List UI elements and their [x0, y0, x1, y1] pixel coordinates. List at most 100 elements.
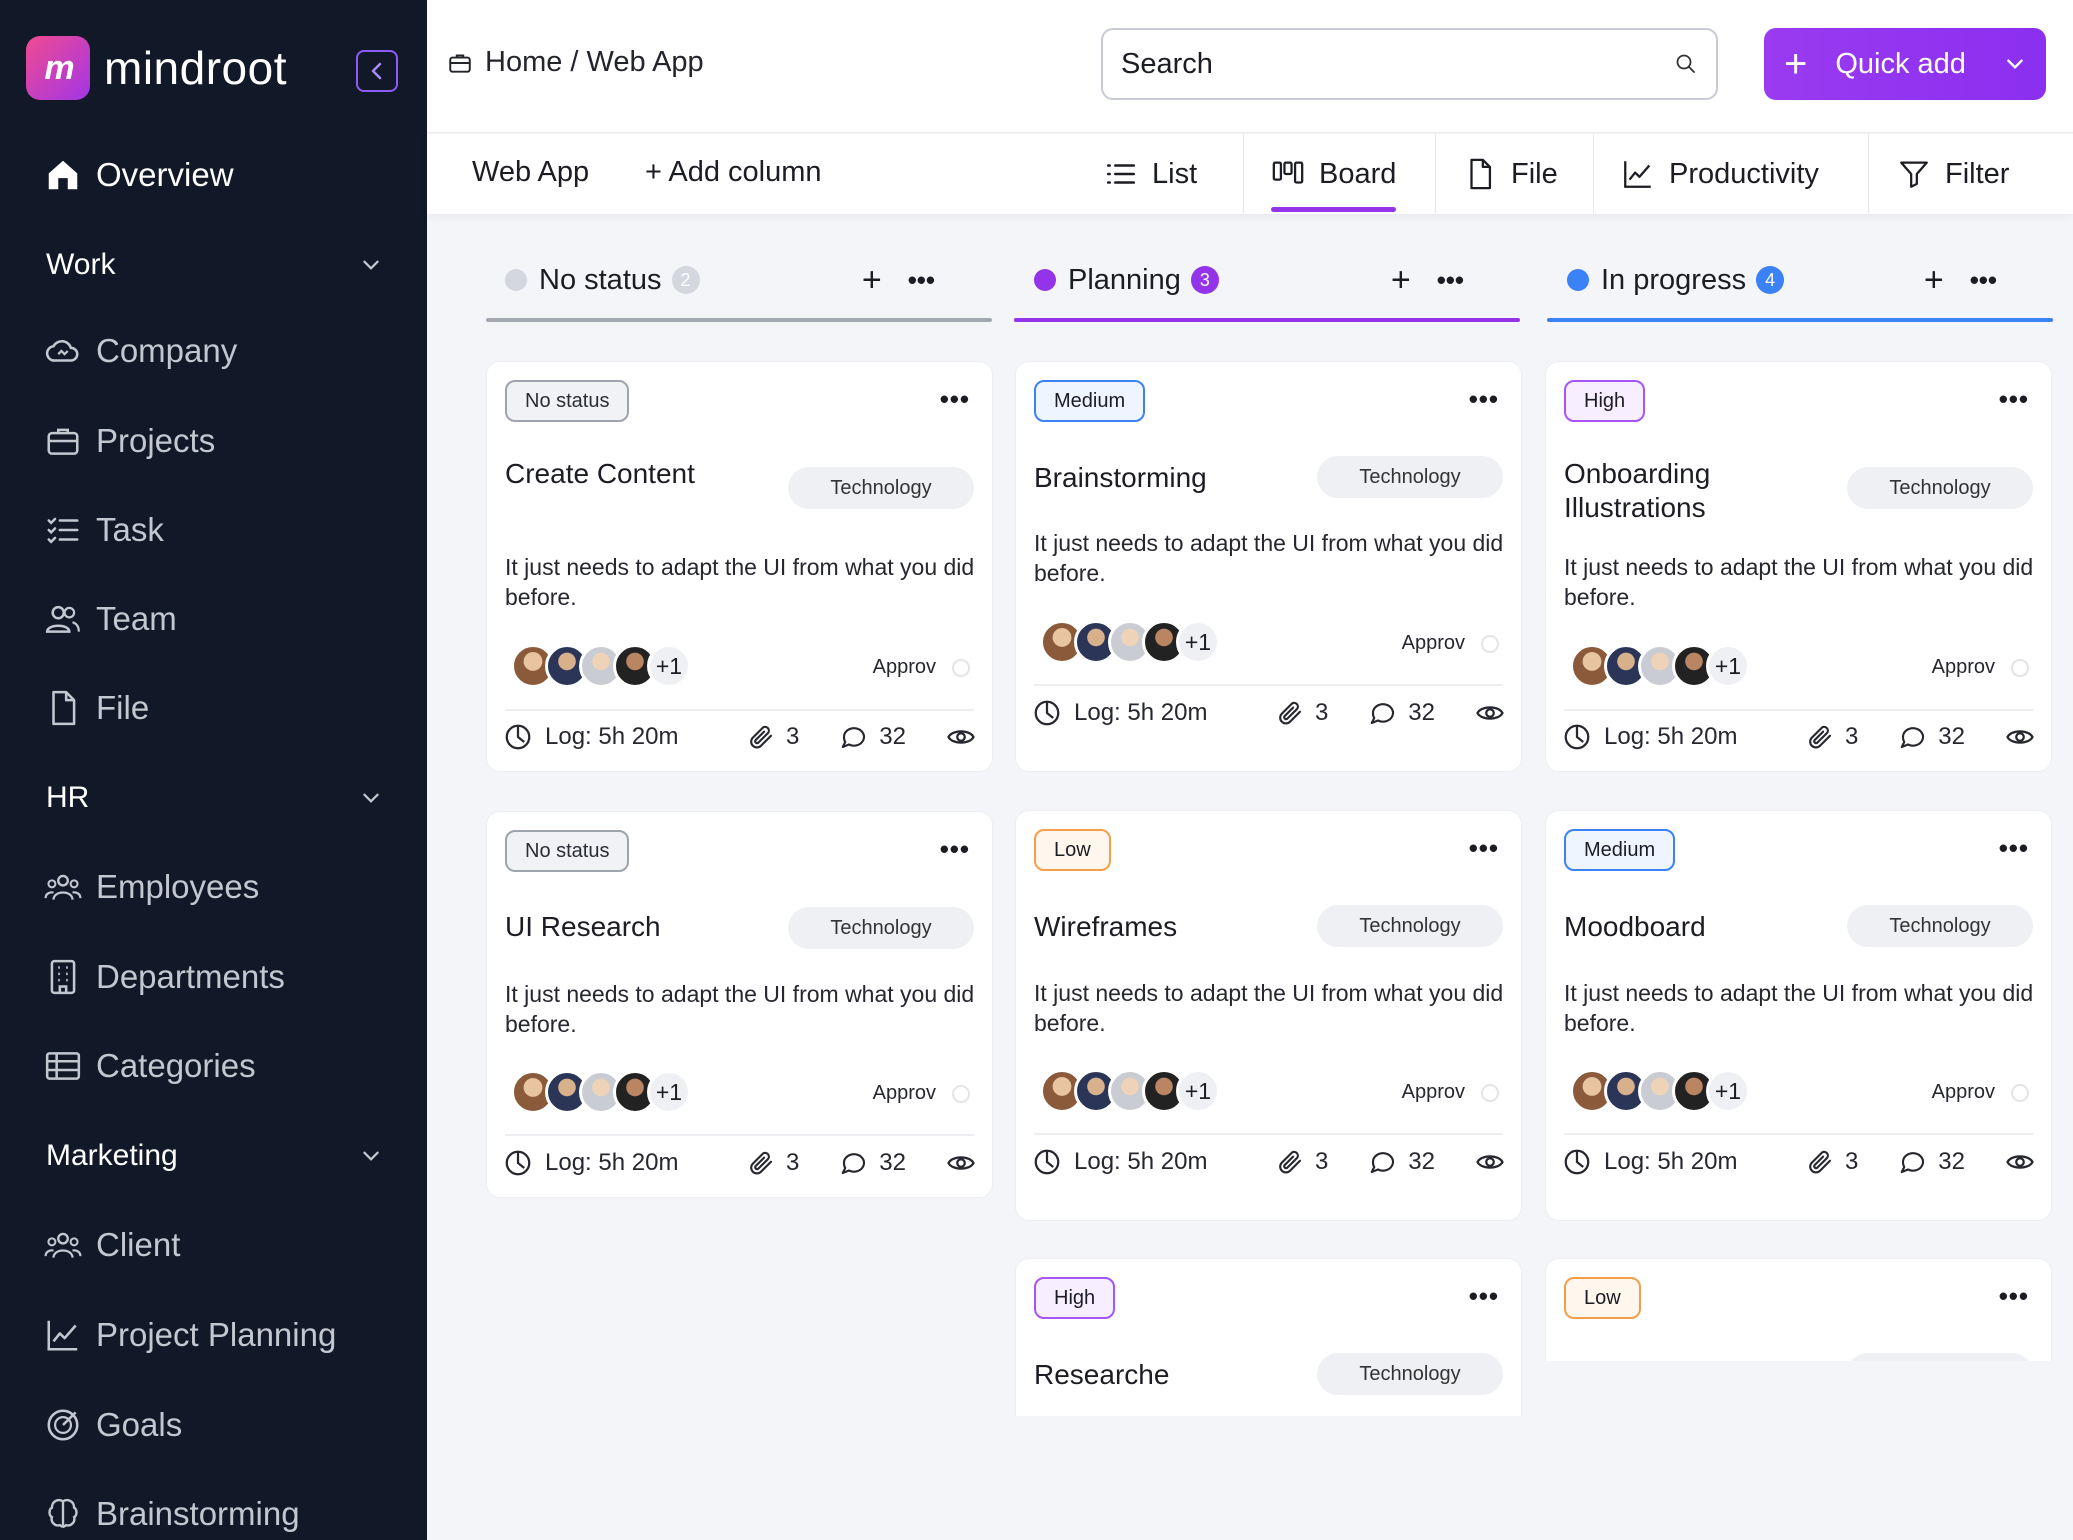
eye-icon[interactable]	[1475, 1147, 1505, 1177]
sidebar-item-departments[interactable]: Departments	[44, 952, 285, 1002]
paperclip-icon[interactable]	[1805, 722, 1835, 752]
tab-file[interactable]: File	[1463, 134, 1558, 214]
more-options-icon[interactable]: •••	[1437, 265, 1464, 296]
sidebar-section-marketing[interactable]: Marketing	[46, 1131, 382, 1181]
sidebar-item-categories[interactable]: Categories	[44, 1041, 256, 1091]
chevron-down-icon[interactable]	[2004, 53, 2026, 75]
paperclip-icon[interactable]	[1805, 1147, 1835, 1177]
task-card[interactable]: No status ••• Create Content Technology …	[486, 361, 993, 772]
paperclip-icon[interactable]	[1275, 698, 1305, 728]
comment-count: 32	[879, 1149, 906, 1176]
more-options-icon[interactable]: •••	[1970, 265, 1997, 296]
sidebar-item-task[interactable]: Task	[44, 505, 164, 555]
task-card[interactable]: Low ••• Wireframes Technology It just ne…	[1015, 810, 1522, 1221]
search-input[interactable]	[1121, 47, 1641, 81]
task-card[interactable]: High ••• Researche Technology	[1015, 1258, 1522, 1416]
tab-productivity[interactable]: Productivity	[1621, 134, 1819, 214]
comment-icon[interactable]	[1898, 1147, 1928, 1177]
breadcrumb[interactable]: Home / Web App	[447, 46, 704, 79]
more-options-icon[interactable]: •••	[908, 265, 935, 296]
sidebar-item-label: Goals	[96, 1406, 183, 1443]
add-card-button[interactable]: +	[1924, 261, 1944, 300]
assignees[interactable]: +1	[1040, 620, 1220, 664]
card-description: It just needs to adapt the UI from what …	[505, 554, 975, 610]
more-options-icon[interactable]: •••	[1469, 384, 1499, 415]
column-count-badge: 2	[671, 266, 700, 294]
approval-checkbox[interactable]	[2011, 659, 2029, 677]
assignees[interactable]: +1	[511, 1070, 691, 1114]
sidebar-item-client[interactable]: Client	[44, 1220, 180, 1270]
task-card[interactable]: Medium ••• Brainstorming Technology It j…	[1015, 361, 1522, 772]
collapse-sidebar-button[interactable]	[356, 50, 398, 92]
comment-icon[interactable]	[1898, 722, 1928, 752]
log-text: Log: 5h 20m	[545, 1149, 679, 1176]
brand[interactable]: m mindroot	[26, 36, 287, 100]
more-options-icon[interactable]: •••	[1469, 1281, 1499, 1312]
task-card[interactable]: No status ••• UI Research Technology It …	[486, 811, 993, 1198]
sidebar-item-employees[interactable]: Employees	[44, 862, 259, 912]
approval-checkbox[interactable]	[2011, 1084, 2029, 1102]
sidebar-section-work[interactable]: Work	[46, 240, 382, 290]
paperclip-icon[interactable]	[746, 722, 776, 752]
add-column-button[interactable]: + Add column	[645, 156, 822, 189]
eye-icon[interactable]	[2005, 1147, 2035, 1177]
sidebar-section-hr[interactable]: HR	[46, 773, 382, 823]
comment-icon[interactable]	[1368, 1147, 1398, 1177]
eye-icon[interactable]	[1475, 698, 1505, 728]
sidebar-item-brainstorming[interactable]: Brainstorming	[44, 1489, 300, 1539]
approval-checkbox[interactable]	[1481, 1084, 1499, 1102]
comment-icon[interactable]	[839, 1148, 869, 1178]
sidebar-item-team[interactable]: Team	[44, 594, 177, 644]
more-options-icon[interactable]: •••	[1999, 833, 2029, 864]
approval-checkbox[interactable]	[952, 1085, 970, 1103]
assignees[interactable]: +1	[1040, 1069, 1220, 1113]
comment-icon[interactable]	[839, 722, 869, 752]
tab-label: Filter	[1945, 157, 2010, 190]
sidebar-item-project-planning[interactable]: Project Planning	[44, 1310, 336, 1360]
attachment-count: 3	[1314, 699, 1329, 726]
eye-icon[interactable]	[2005, 722, 2035, 752]
tab-filter[interactable]: Filter	[1897, 134, 2009, 214]
brain-icon	[48, 1498, 78, 1528]
sidebar-item-overview[interactable]: Overview	[44, 150, 234, 200]
more-options-icon[interactable]: •••	[1469, 833, 1499, 864]
eye-icon[interactable]	[946, 1148, 976, 1178]
card-description: It just needs to adapt the UI from what …	[505, 981, 975, 1037]
task-card[interactable]: High ••• Onboarding Illustrations Techno…	[1545, 361, 2052, 772]
search-box[interactable]	[1101, 28, 1718, 100]
paperclip-icon[interactable]	[1275, 1147, 1305, 1177]
comment-icon[interactable]	[1368, 698, 1398, 728]
search-icon[interactable]	[1674, 52, 1698, 76]
approval-checkbox[interactable]	[1481, 635, 1499, 653]
time-log: Log: 5h 20m	[1562, 1147, 1737, 1177]
sidebar-item-company[interactable]: Company	[44, 326, 237, 376]
more-options-icon[interactable]: •••	[940, 384, 970, 415]
tab-list[interactable]: List	[1104, 134, 1197, 214]
sidebar-item-projects[interactable]: Projects	[44, 416, 215, 466]
comment-count: 32	[1938, 1148, 1965, 1175]
approval-checkbox[interactable]	[952, 659, 970, 677]
more-options-icon[interactable]: •••	[940, 834, 970, 865]
quick-add-button[interactable]: + Quick add	[1764, 28, 2046, 100]
logo-text: m	[44, 48, 74, 87]
sidebar-item-goals[interactable]: Goals	[44, 1400, 182, 1450]
tab-label: Board	[1319, 157, 1397, 190]
assignees[interactable]: +1	[1570, 1069, 1750, 1113]
add-card-button[interactable]: +	[1391, 261, 1411, 300]
time-log: Log: 5h 20m	[503, 1148, 678, 1178]
eye-icon[interactable]	[946, 722, 976, 752]
add-card-button[interactable]: +	[862, 261, 882, 300]
category-tag	[1847, 1353, 2033, 1361]
more-options-icon[interactable]: •••	[1999, 1281, 2029, 1312]
tab-board[interactable]: Board	[1271, 134, 1397, 214]
assignees[interactable]: +1	[511, 644, 691, 688]
card-title: Wireframes	[1034, 911, 1178, 942]
task-card[interactable]: Medium ••• Moodboard Technology It just …	[1545, 810, 2052, 1221]
more-options-icon[interactable]: •••	[1999, 384, 2029, 415]
card-divider	[1034, 1133, 1503, 1135]
paperclip-icon[interactable]	[746, 1148, 776, 1178]
status-dot	[1567, 269, 1589, 291]
sidebar-item-file[interactable]: File	[44, 683, 149, 733]
task-card[interactable]: Low •••	[1545, 1258, 2052, 1361]
assignees[interactable]: +1	[1570, 644, 1750, 688]
